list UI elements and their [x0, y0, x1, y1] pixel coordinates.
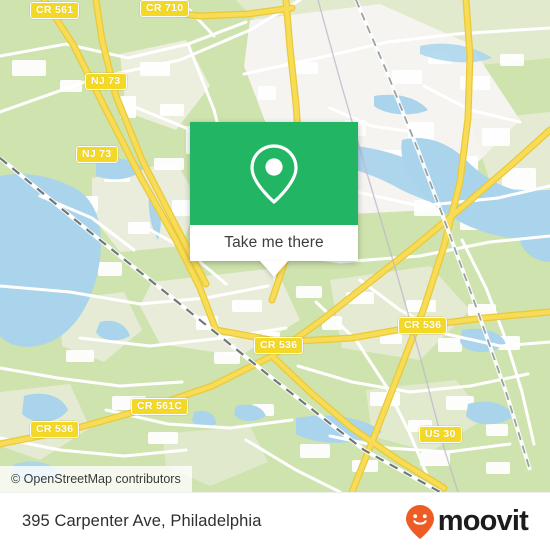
road-shield[interactable]: CR 536: [398, 317, 448, 334]
location-popup-card[interactable]: Take me there: [190, 122, 358, 277]
road-shield[interactable]: CR 536: [254, 337, 304, 354]
road-shield[interactable]: CR 536: [30, 421, 80, 438]
road-shield[interactable]: US 30: [419, 426, 462, 443]
popup-header: [190, 122, 358, 225]
map-pin-icon: [250, 143, 298, 204]
road-shield[interactable]: NJ 73: [76, 146, 118, 163]
footer-bar: 395 Carpenter Ave, Philadelphia moovit: [0, 492, 550, 550]
road-shield[interactable]: CR 561: [30, 2, 80, 19]
road-shield[interactable]: CR 710: [140, 0, 190, 17]
moovit-wordmark: moovit: [437, 505, 529, 537]
map-attribution[interactable]: © OpenStreetMap contributors: [0, 466, 192, 492]
popup-pointer-tail: [260, 261, 288, 277]
moovit-logo[interactable]: moovit: [405, 504, 529, 540]
take-me-there-button[interactable]: Take me there: [190, 225, 358, 261]
map-canvas[interactable]: CR 561 CR 710 NJ 73 NJ 73 CR 536 CR 536 …: [0, 0, 550, 492]
road-shield[interactable]: NJ 73: [85, 73, 127, 90]
moovit-map-screen: CR 561 CR 710 NJ 73 NJ 73 CR 536 CR 536 …: [0, 0, 550, 550]
road-shield[interactable]: CR 561C: [131, 398, 189, 415]
address-label: 395 Carpenter Ave, Philadelphia: [22, 512, 262, 530]
moovit-smiley-pin-icon: [405, 504, 434, 539]
